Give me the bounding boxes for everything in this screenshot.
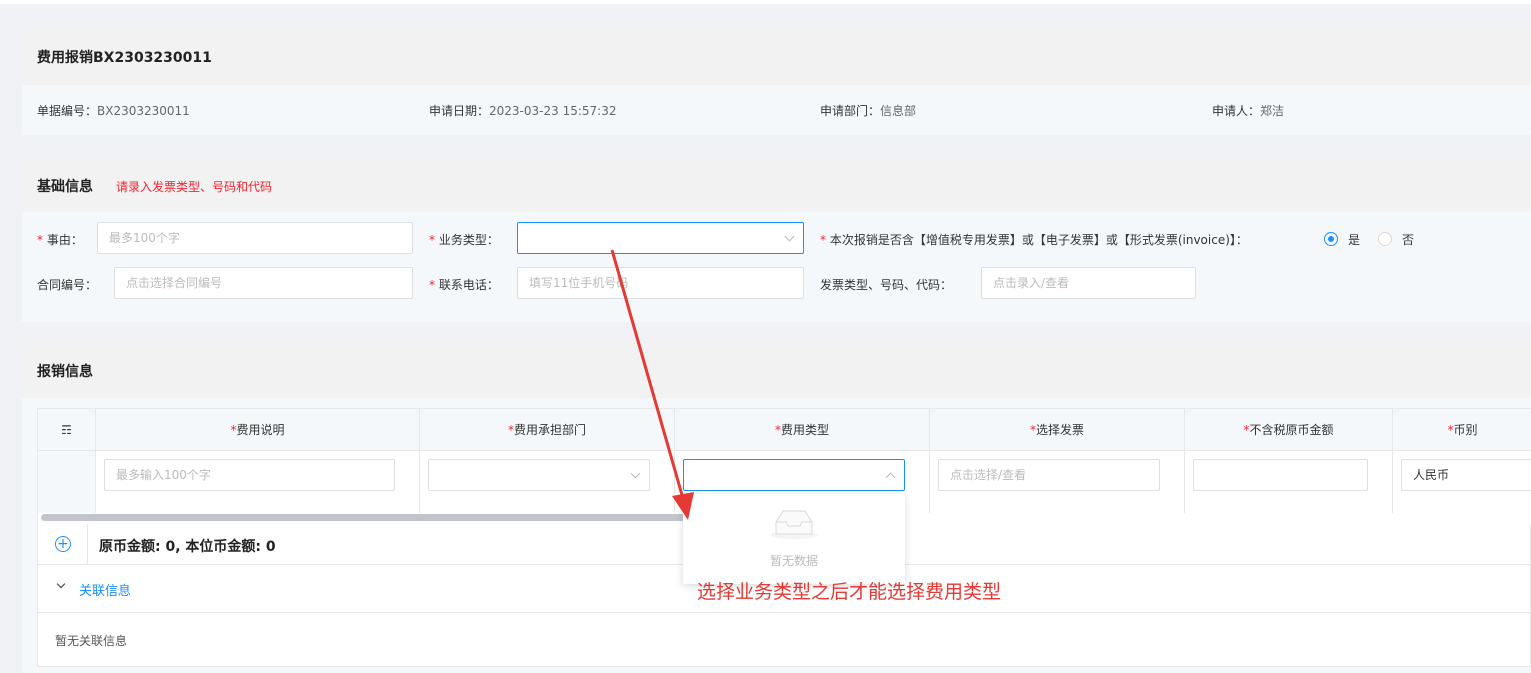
invoice-no-label[interactable]: 否 [1402, 231, 1414, 248]
related-info-body: 暂无关联信息 [37, 613, 1531, 667]
document-meta: 单据编号：BX2303230011 申请日期：2023-03-23 15:57:… [22, 85, 1531, 135]
invoice-yes-label[interactable]: 是 [1348, 231, 1360, 248]
invoice-info-input[interactable]: 点击录入/查看 [981, 267, 1196, 299]
invoice-info-label: 发票类型、号码、代码： [820, 278, 953, 292]
reason-input[interactable]: 最多100个字 [97, 222, 413, 254]
basic-info-form: * 事由： 最多100个字 * 业务类型： * 本次报销是否含【增值税专用发票】… [22, 212, 1531, 322]
meta-applicant: 申请人：郑洁 [1212, 104, 1285, 118]
invoice-question-label: * 本次报销是否含【增值税专用发票】或【电子发票】或【形式发票(invoice)… [820, 233, 1248, 247]
empty-inbox-icon [770, 510, 818, 539]
contract-label: 合同编号： [37, 278, 98, 292]
col-invoice: *选择发票 [930, 409, 1185, 451]
col-currency: *币别 [1447, 423, 1478, 437]
top-bar [0, 0, 1531, 4]
invoice-no-radio[interactable] [1378, 232, 1392, 246]
basic-info-header: 基础信息 请录入发票类型、号码和代码 [22, 157, 1531, 212]
column-settings-icon[interactable]: ☶ [38, 409, 96, 451]
annotation-arrow-icon [610, 249, 694, 520]
related-empty-text: 暂无关联信息 [55, 634, 128, 648]
related-info-title[interactable]: 关联信息 [79, 580, 131, 599]
empty-text: 暂无数据 [769, 554, 818, 568]
invoice-select-input[interactable]: 点击选择/查看 [938, 459, 1160, 491]
chevron-up-icon [885, 472, 896, 483]
amount-input[interactable] [1193, 459, 1368, 491]
add-row-icon[interactable]: + [55, 536, 71, 552]
expense-type-select[interactable] [683, 459, 905, 491]
basic-info-title: 基础信息 [37, 179, 93, 195]
phone-label: * 联系电话： [429, 278, 499, 292]
meta-apply-date: 申请日期：2023-03-23 15:57:32 [429, 104, 617, 118]
reimb-header: 报销信息 [22, 342, 1531, 398]
biz-type-label: * 业务类型： [429, 233, 499, 247]
basic-info-note: 请录入发票类型、号码和代码 [116, 180, 273, 194]
col-desc: *费用说明 [96, 409, 420, 451]
currency-select[interactable]: 人民币 [1401, 459, 1531, 491]
document-header: 费用报销BX2303230011 [22, 28, 1531, 85]
horizontal-scrollbar[interactable] [41, 514, 691, 521]
reimb-title: 报销信息 [37, 364, 93, 380]
expense-desc-input[interactable]: 最多输入100个字 [104, 459, 395, 491]
table-header: ☶ *费用说明 *费用承担部门 *费用类型 *选择发票 *不含税原币金额 *币别 [38, 409, 1531, 451]
col-amount: *不含税原币金额 [1185, 409, 1393, 451]
meta-department: 申请部门：信息部 [820, 104, 917, 118]
amount-summary: 原币金额: 0, 本位币金额: 0 [99, 539, 276, 555]
expense-type-dropdown: 暂无数据 [683, 494, 905, 584]
reason-label: * 事由： [37, 233, 83, 247]
invoice-yes-radio[interactable] [1324, 232, 1338, 246]
annotation-text: 选择业务类型之后才能选择费用类型 [697, 581, 1002, 603]
chevron-down-icon[interactable] [56, 579, 66, 589]
col-expense-type: *费用类型 [675, 409, 930, 451]
meta-doc-no: 单据编号：BX2303230011 [37, 104, 190, 118]
page-title: 费用报销BX2303230011 [37, 50, 212, 66]
contract-input[interactable]: 点击选择合同编号 [114, 267, 413, 299]
chevron-down-icon [784, 231, 795, 242]
